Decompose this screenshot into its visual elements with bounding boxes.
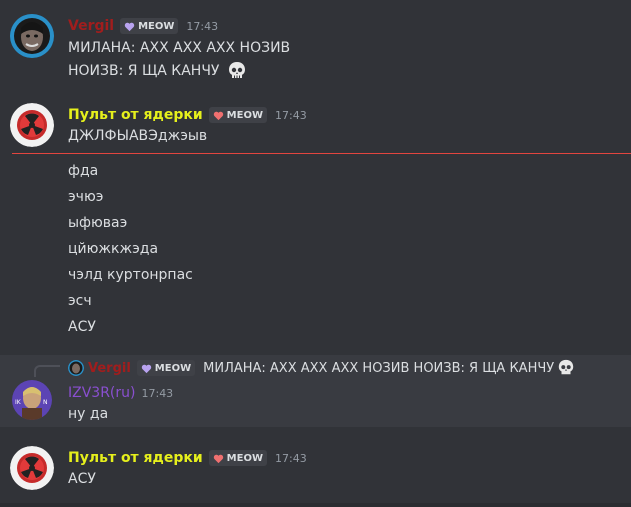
message-line: ыфювaэ bbox=[68, 215, 128, 231]
tag-label: MEOW bbox=[226, 452, 263, 464]
timestamp[interactable]: 17:43 bbox=[141, 387, 173, 400]
purple-heart-icon bbox=[141, 364, 151, 373]
username[interactable]: Пульт от ядерки bbox=[68, 107, 203, 123]
message-text: НОИЗВ: Я ЩА КАНЧУ bbox=[68, 63, 220, 79]
tag-label: MEOW bbox=[154, 362, 192, 374]
message-line-with-emoji: НОИЗВ: Я ЩА КАНЧУ bbox=[68, 61, 247, 81]
reply-username[interactable]: Vergil bbox=[88, 361, 131, 376]
server-tag[interactable]: MEOW bbox=[208, 450, 267, 466]
message-line: цйюжкжэда bbox=[68, 241, 159, 257]
tag-label: MEOW bbox=[226, 109, 263, 121]
svg-text:N: N bbox=[43, 399, 48, 406]
message-line: ну да bbox=[68, 406, 109, 422]
message-line: чэлд куртонрпас bbox=[68, 267, 193, 283]
red-heart-icon bbox=[213, 111, 223, 120]
avatar-nuke[interactable] bbox=[10, 446, 54, 490]
reply-avatar bbox=[68, 360, 84, 376]
reply-server-tag: MEOW bbox=[136, 360, 196, 376]
message-line: АСУ bbox=[68, 319, 96, 335]
chat-bottom-edge bbox=[0, 503, 631, 507]
message-line: АСУ bbox=[68, 471, 96, 487]
message-line: эсч bbox=[68, 293, 92, 309]
message-line: фда bbox=[68, 163, 99, 179]
avatar-nuke[interactable] bbox=[10, 103, 54, 147]
skull-icon[interactable] bbox=[227, 61, 247, 81]
server-tag[interactable]: MEOW bbox=[120, 18, 179, 34]
message-line: МИЛАНА: АХХ АХХ АХХ НОЗИВ bbox=[68, 40, 291, 56]
tag-label: MEOW bbox=[138, 20, 175, 32]
timestamp[interactable]: 17:43 bbox=[275, 452, 307, 465]
avatar-izv3r[interactable]: IK N bbox=[12, 380, 52, 420]
red-heart-icon bbox=[213, 454, 223, 463]
avatar-vergil[interactable] bbox=[10, 14, 54, 58]
timestamp[interactable]: 17:43 bbox=[186, 20, 218, 33]
server-tag[interactable]: MEOW bbox=[208, 107, 267, 123]
reply-text: МИЛАНА: АХХ АХХ АХХ НОЗИВ НОИЗВ: Я ЩА КА… bbox=[203, 360, 555, 376]
reply-connector bbox=[34, 365, 60, 377]
message-line: эчюэ bbox=[68, 189, 104, 205]
purple-heart-icon bbox=[124, 22, 135, 31]
skull-icon bbox=[558, 359, 574, 375]
username[interactable]: IZV3R(ru) bbox=[68, 385, 135, 401]
username[interactable]: Vergil bbox=[68, 18, 114, 34]
timestamp[interactable]: 17:43 bbox=[275, 109, 307, 122]
username[interactable]: Пульт от ядерки bbox=[68, 450, 203, 466]
reply-preview[interactable]: Vergil MEOW МИЛАНА: АХХ АХХ АХХ НОЗИВ НО… bbox=[68, 358, 575, 378]
new-messages-divider bbox=[12, 153, 631, 154]
message-line: ДЖЛФЫАВЭджэыв bbox=[68, 128, 208, 144]
